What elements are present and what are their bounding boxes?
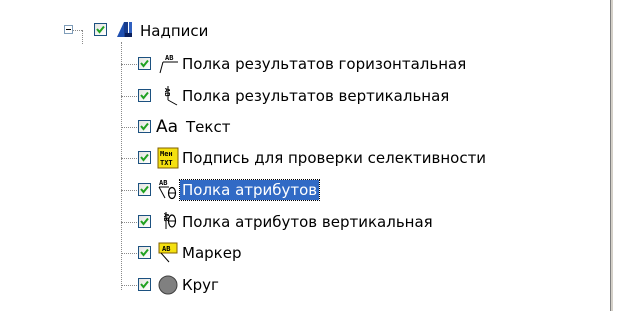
panel-border — [610, 0, 613, 311]
tree-node-shelf-horizontal[interactable]: АВ Полка результатов горизонтальная — [132, 51, 592, 77]
tree-node-label: Полка атрибутов — [178, 179, 321, 201]
checkbox-circle[interactable] — [138, 278, 151, 291]
tree-node-selectivity-caption[interactable]: Мен ТХТ Подпись для проверки селективнос… — [132, 145, 602, 171]
shelf-horizontal-icon: АВ — [159, 54, 178, 74]
tree-node-label: Полка атрибутов вертикальная — [182, 213, 433, 231]
tree-node-circle[interactable]: Круг — [132, 272, 592, 298]
checkbox-selectivity-caption[interactable] — [138, 151, 151, 164]
icon-text: АВ — [159, 179, 167, 187]
attribute-shelf-icon: АВ — [158, 179, 177, 200]
icon-text: АВ — [162, 245, 170, 253]
labels-folder-icon — [117, 22, 132, 37]
tree-node-label: Полка результатов горизонтальная — [182, 55, 467, 73]
checkbox-text[interactable] — [138, 120, 151, 133]
circle-icon — [158, 275, 178, 295]
shelf-vertical-icon: АВ — [163, 86, 178, 106]
checkbox-labels[interactable] — [94, 23, 107, 36]
tree-node-label: Текст — [186, 118, 231, 136]
tree-node-shelf-vertical[interactable]: АВ Полка результатов вертикальная — [132, 83, 592, 109]
marker-icon: АВ — [158, 242, 178, 263]
attribute-shelf-vertical-icon: АВ — [162, 212, 177, 229]
tree-node-attribute-shelf[interactable]: АВ Полка атрибутов — [132, 177, 592, 203]
icon-text: Мен — [160, 150, 173, 158]
tree-node-attribute-shelf-vertical[interactable]: АВ Полка атрибутов вертикальная — [132, 209, 592, 235]
tree-node-text[interactable]: Aa Текст — [132, 114, 592, 140]
checkbox-attribute-shelf[interactable] — [138, 183, 151, 196]
icon-text: АВ — [163, 88, 171, 96]
selectivity-caption-icon: Мен ТХТ — [157, 147, 179, 169]
text-icon: Aa — [156, 117, 179, 137]
icon-text: ТХТ — [160, 159, 173, 167]
checkbox-marker[interactable] — [138, 246, 151, 259]
tree-node-labels[interactable]: Надписи — [60, 18, 560, 44]
tree-node-label: Надписи — [140, 22, 209, 40]
checkbox-shelf-horizontal[interactable] — [138, 57, 151, 70]
checkbox-shelf-vertical[interactable] — [138, 89, 151, 102]
checkbox-attribute-shelf-vertical[interactable] — [138, 215, 151, 228]
tree-node-label: Маркер — [182, 244, 242, 262]
collapse-toggle-icon[interactable] — [64, 25, 73, 34]
tree-node-label: Круг — [182, 276, 219, 294]
tree-node-label: Подпись для проверки селективности — [182, 149, 487, 167]
tree-view: Надписи АВ Полка результатов горизонталь… — [0, 0, 610, 311]
tree-node-label: Полка результатов вертикальная — [182, 87, 450, 105]
icon-text: АВ — [165, 54, 173, 62]
tree-node-marker[interactable]: АВ Маркер — [132, 240, 592, 266]
